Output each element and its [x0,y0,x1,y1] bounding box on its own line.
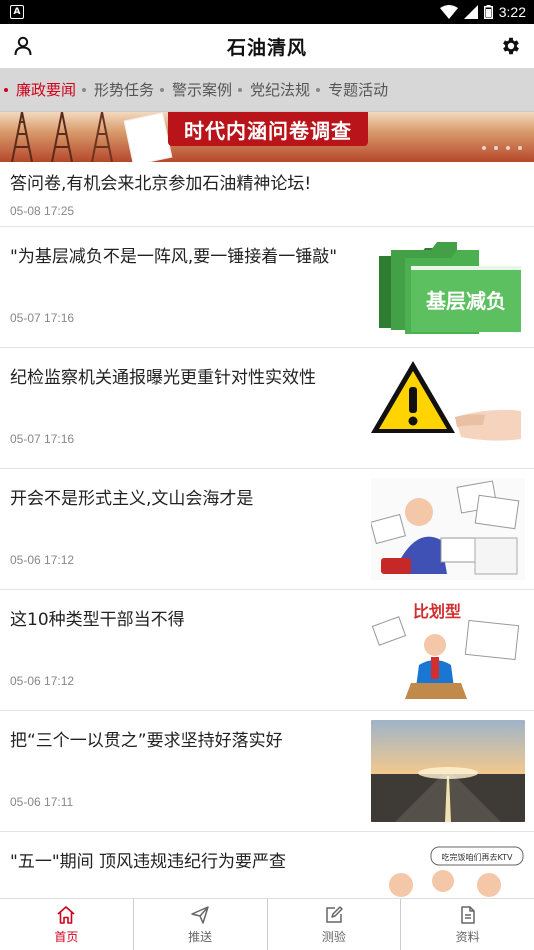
tab-dot [160,87,165,92]
news-date: 05-08 17:25 [10,204,75,218]
questionnaire-image [123,112,173,162]
page-title: 石油清风 [226,36,307,59]
list-item[interactable]: 开会不是形式主义,文山会海才是 05-06 17:12 [0,469,534,590]
oil-derrick-image [51,112,73,162]
banner-carousel[interactable]: 时代内涵问卷调查 [0,112,534,162]
news-title: 这10种类型干部当不得 [10,610,185,630]
list-item[interactable]: 答问卷,有机会来北京参加石油精神论坛! 05-08 17:25 [0,162,534,227]
news-date: 05-06 17:12 [10,674,75,688]
news-date: 05-07 17:16 [10,311,75,325]
news-thumbnail: 基层减负 [371,236,525,338]
news-date: 05-07 17:16 [10,432,75,446]
tab-dot [238,87,243,92]
list-item[interactable]: 这10种类型干部当不得 05-06 17:12 比划型 [0,590,534,711]
document-icon [460,905,475,924]
news-thumbnail [371,478,525,580]
tab-dot [316,87,321,92]
news-date: 05-06 17:12 [10,553,75,567]
list-item[interactable]: 把“三个一以贯之”要求坚持好落实好 05-06 17:11 [0,711,534,832]
news-thumbnail [371,720,525,822]
nav-home[interactable]: 首页 [0,899,134,950]
carousel-indicator [482,146,522,150]
tab-dot [82,87,87,92]
app-screen: A 3:22 石油清风 廉政要闻 形势任务 警示案例 党纪法规 专题活动 时代内… [0,0,534,950]
svg-text:吃完饭咱们再去KTV: 吃完饭咱们再去KTV [442,852,514,862]
list-item[interactable]: "为基层减负不是一阵风,要一锤接着一锤敲" 05-07 17:16 基层减负 [0,227,534,348]
news-title: "为基层减负不是一阵风,要一锤接着一锤敲" [10,247,338,267]
news-list: 答问卷,有机会来北京参加石油精神论坛! 05-08 17:25 "为基层减负不是… [0,162,534,898]
list-item[interactable]: "五一"期间 顶风违规违纪行为要严查 吃完饭咱们再去KTV [0,832,534,898]
battery-icon [483,5,493,19]
svg-text:基层减负: 基层减负 [426,289,506,313]
tab-dot [4,87,8,92]
signal-icon [463,5,478,19]
edit-icon [326,905,343,923]
svg-text:比划型: 比划型 [413,602,461,621]
send-icon [191,905,209,924]
news-date: 05-06 17:11 [10,795,74,809]
user-icon[interactable] [12,35,34,57]
news-thumbnail: 吃完饭咱们再去KTV [371,841,525,898]
news-title: 纪检监察机关通报曝光更重针对性实效性 [10,368,316,388]
news-thumbnail: 比划型 [371,599,525,701]
list-item[interactable]: 纪检监察机关通报曝光更重针对性实效性 05-07 17:16 [0,348,534,469]
news-title: 开会不是形式主义,文山会海才是 [10,489,254,509]
news-thumbnail [371,357,525,459]
oil-derrick-image [11,112,33,162]
news-title: "五一"期间 顶风违规违纪行为要严查 [10,852,287,872]
news-title: 把“三个一以贯之”要求坚持好落实好 [10,731,283,751]
clock: 3:22 [498,4,526,20]
status-bar: A 3:22 [0,0,534,24]
news-title: 答问卷,有机会来北京参加石油精神论坛! [10,174,312,194]
notification-icon: A [10,5,24,19]
nav-push[interactable]: 推送 [134,899,268,950]
wifi-icon [439,5,458,19]
banner-caption: 时代内涵问卷调查 [168,112,368,146]
bottom-nav: 首页 推送 测验 资料 [0,898,534,950]
tab-situation[interactable]: 形势任务 [82,79,160,100]
category-tabs: 廉政要闻 形势任务 警示案例 党纪法规 专题活动 [0,68,534,112]
nav-materials[interactable]: 资料 [401,899,534,950]
tab-warning-cases[interactable]: 警示案例 [160,79,238,100]
app-header: 石油清风 [0,24,534,68]
tab-special-events[interactable]: 专题活动 [316,79,394,100]
nav-quiz[interactable]: 测验 [268,899,402,950]
tab-regulations[interactable]: 党纪法规 [238,79,316,100]
oil-derrick-image [91,112,113,162]
tab-news[interactable]: 廉政要闻 [4,79,82,100]
home-icon [57,905,75,924]
gear-icon[interactable] [500,35,522,57]
